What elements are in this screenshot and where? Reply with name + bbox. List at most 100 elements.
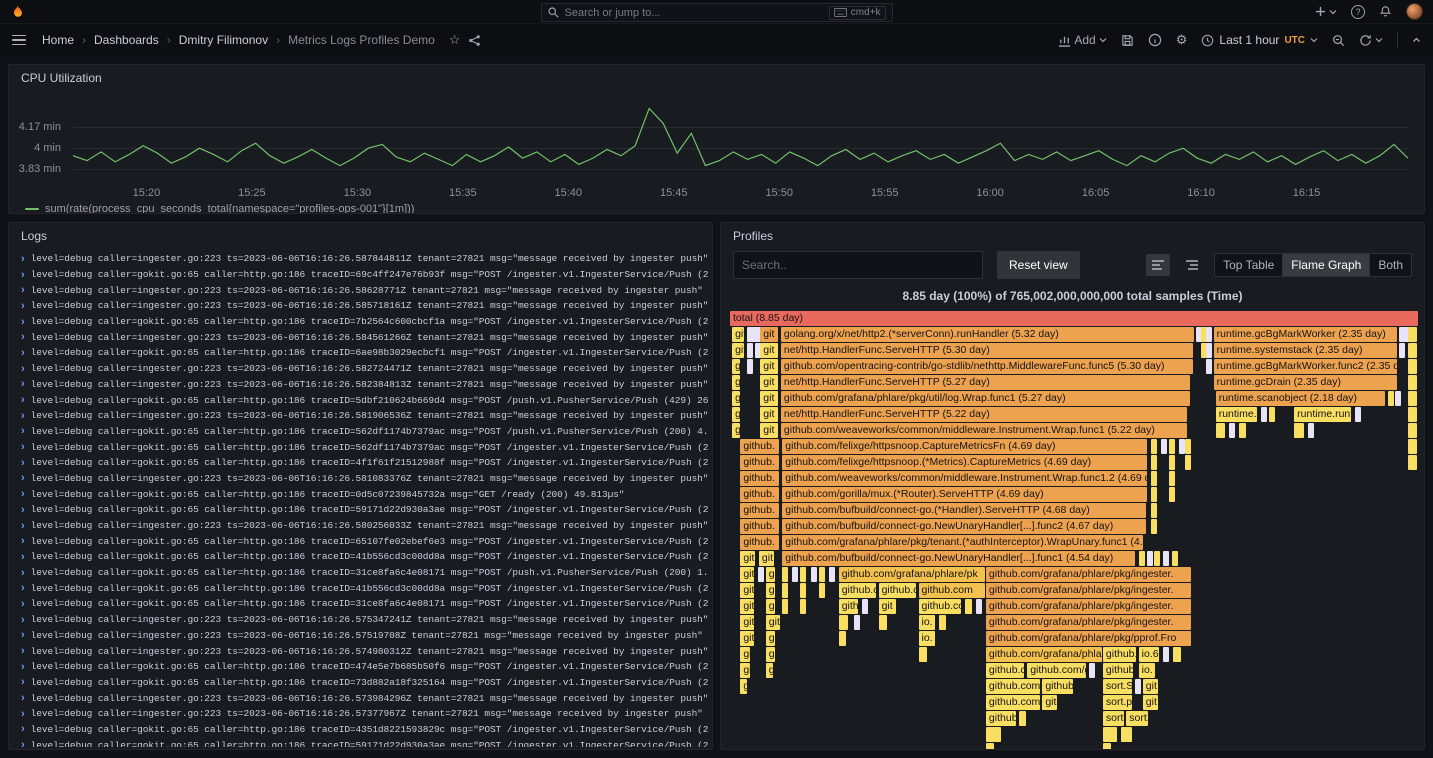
series-legend-label[interactable]: sum(rate(process_cpu_seconds_total{names…: [45, 203, 414, 214]
flame-block[interactable]: github.com/: [986, 695, 1040, 710]
flame-block[interactable]: [879, 615, 887, 630]
log-row[interactable]: ›level=debug caller=ingester.go:223 ts=2…: [21, 408, 708, 424]
flame-block[interactable]: [1408, 423, 1416, 438]
flame-block[interactable]: [986, 727, 1001, 742]
flame-block[interactable]: [1388, 391, 1394, 406]
flame-block[interactable]: github.com/bufbuild/connect-go.NewUnaryH…: [782, 519, 1145, 534]
flame-block[interactable]: git: [760, 343, 778, 358]
flame-block[interactable]: [862, 599, 868, 614]
log-row[interactable]: ›level=debug caller=ingester.go:223 ts=2…: [21, 377, 708, 393]
flame-block[interactable]: github.com/grafana/phlare/pkg/ingester.: [986, 567, 1191, 582]
refresh-button[interactable]: [1359, 34, 1383, 47]
flame-block[interactable]: [782, 599, 788, 614]
flame-block[interactable]: gi: [732, 407, 740, 422]
flame-block[interactable]: gi: [766, 647, 776, 662]
flame-block[interactable]: [1261, 407, 1267, 422]
flame-block[interactable]: git: [740, 615, 754, 630]
mode-flame-graph[interactable]: Flame Graph: [1282, 254, 1369, 276]
flame-block[interactable]: github.com/felixge/httpsnoop.CaptureMetr…: [782, 439, 1147, 454]
flame-block[interactable]: [1308, 423, 1314, 438]
flame-block[interactable]: [1408, 343, 1416, 358]
log-row[interactable]: ›level=debug caller=gokit.go:65 caller=h…: [21, 549, 708, 565]
expand-log-chevron-icon[interactable]: ›: [21, 347, 25, 359]
flame-block[interactable]: g: [740, 679, 747, 694]
flame-block[interactable]: [919, 647, 927, 662]
flame-block[interactable]: [1154, 551, 1160, 566]
flame-block[interactable]: [782, 583, 788, 598]
grafana-logo[interactable]: [10, 4, 26, 20]
flame-block[interactable]: [1408, 375, 1416, 390]
flame-block[interactable]: gi: [732, 359, 740, 374]
flamegraph-search-input[interactable]: [733, 251, 983, 279]
log-row[interactable]: ›level=debug caller=ingester.go:223 ts=2…: [21, 690, 708, 706]
flame-block[interactable]: github.com/grafana/phlare/pkg/ingester.: [986, 615, 1191, 630]
log-row[interactable]: ›level=debug caller=gokit.go:65 caller=h…: [21, 675, 708, 691]
flame-block[interactable]: [986, 743, 994, 749]
time-range-picker[interactable]: Last 1 hour UTC: [1201, 33, 1318, 47]
flame-block[interactable]: github.com/grafana/phlare/pkg/tenant.(*a…: [782, 535, 1143, 550]
flame-block[interactable]: [1229, 423, 1235, 438]
flame-block[interactable]: github.com/felixge/httpsnoop.(*Metrics).…: [782, 455, 1147, 470]
flame-block[interactable]: [1185, 439, 1191, 454]
flame-block[interactable]: [1169, 439, 1175, 454]
flame-block[interactable]: io.6: [1139, 647, 1160, 662]
flame-block[interactable]: runtime.gcBgMarkWorker (2.35 day): [1214, 327, 1397, 342]
flame-block[interactable]: gi: [766, 583, 776, 598]
flame-block[interactable]: [1408, 359, 1416, 374]
favorite-star-icon[interactable]: ☆: [449, 32, 461, 48]
flame-block[interactable]: sort.S: [1103, 679, 1132, 694]
flame-block[interactable]: [839, 615, 849, 630]
log-row[interactable]: ›level=debug caller=ingester.go:223 ts=2…: [21, 298, 708, 314]
flame-block[interactable]: [965, 599, 972, 614]
expand-log-chevron-icon[interactable]: ›: [21, 363, 25, 375]
notifications-bell-icon[interactable]: [1379, 5, 1392, 18]
flame-block[interactable]: github.: [740, 503, 779, 518]
flame-block[interactable]: [1408, 455, 1416, 470]
flame-block[interactable]: total (8.85 day): [730, 311, 1418, 326]
flame-block[interactable]: github.c: [986, 663, 1025, 678]
flame-block[interactable]: github.com/grafana/phlare/pkg/pprof.Fro: [986, 631, 1191, 646]
insights-icon-button[interactable]: [1148, 33, 1162, 47]
flame-block[interactable]: [1139, 551, 1145, 566]
log-row[interactable]: ›level=debug caller=gokit.go:65 caller=h…: [21, 345, 708, 361]
flame-block[interactable]: [1172, 551, 1178, 566]
flame-block[interactable]: [1151, 487, 1157, 502]
flame-block[interactable]: gi: [732, 423, 740, 438]
log-row[interactable]: ›level=debug caller=gokit.go:65 caller=h…: [21, 722, 708, 738]
text-align-right-button[interactable]: [1180, 254, 1204, 276]
log-row[interactable]: ›level=debug caller=ingester.go:223 ts=2…: [21, 643, 708, 659]
expand-log-chevron-icon[interactable]: ›: [21, 582, 25, 594]
flame-block[interactable]: [1103, 743, 1111, 749]
flame-block[interactable]: github.c: [879, 583, 916, 598]
flame-block[interactable]: [800, 567, 806, 582]
expand-log-chevron-icon[interactable]: ›: [21, 535, 25, 547]
log-row[interactable]: ›level=debug caller=gokit.go:65 caller=h…: [21, 486, 708, 502]
flame-block[interactable]: github.: [740, 487, 779, 502]
log-row[interactable]: ›level=debug caller=ingester.go:223 ts=2…: [21, 471, 708, 487]
reset-view-button[interactable]: Reset view: [997, 251, 1080, 279]
expand-log-chevron-icon[interactable]: ›: [21, 284, 25, 296]
expand-log-chevron-icon[interactable]: ›: [21, 378, 25, 390]
expand-log-chevron-icon[interactable]: ›: [21, 645, 25, 657]
flame-block[interactable]: g: [766, 663, 773, 678]
flame-block[interactable]: [800, 583, 806, 598]
flame-block[interactable]: [1399, 343, 1405, 358]
expand-log-chevron-icon[interactable]: ›: [21, 331, 25, 343]
help-icon[interactable]: ?: [1351, 5, 1365, 19]
expand-log-chevron-icon[interactable]: ›: [21, 661, 25, 673]
flame-block[interactable]: [1395, 391, 1401, 406]
flame-block[interactable]: github.c: [839, 583, 876, 598]
save-dashboard-button[interactable]: [1121, 34, 1134, 47]
flame-block[interactable]: [1408, 439, 1416, 454]
flame-block[interactable]: git: [1143, 695, 1158, 710]
flame-block[interactable]: [1151, 471, 1157, 486]
flame-block[interactable]: [1239, 423, 1246, 438]
flame-block[interactable]: git: [1143, 679, 1158, 694]
expand-log-chevron-icon[interactable]: ›: [21, 300, 25, 312]
breadcrumb-current-dashboard[interactable]: Metrics Logs Profiles Demo: [288, 33, 435, 47]
flame-block[interactable]: github.com/opentracing-contrib/go-stdlib…: [781, 359, 1193, 374]
flame-block[interactable]: [976, 599, 982, 614]
breadcrumb-dashboards[interactable]: Dashboards: [94, 33, 159, 47]
flame-block[interactable]: [1163, 551, 1169, 566]
flame-block[interactable]: [839, 631, 846, 646]
